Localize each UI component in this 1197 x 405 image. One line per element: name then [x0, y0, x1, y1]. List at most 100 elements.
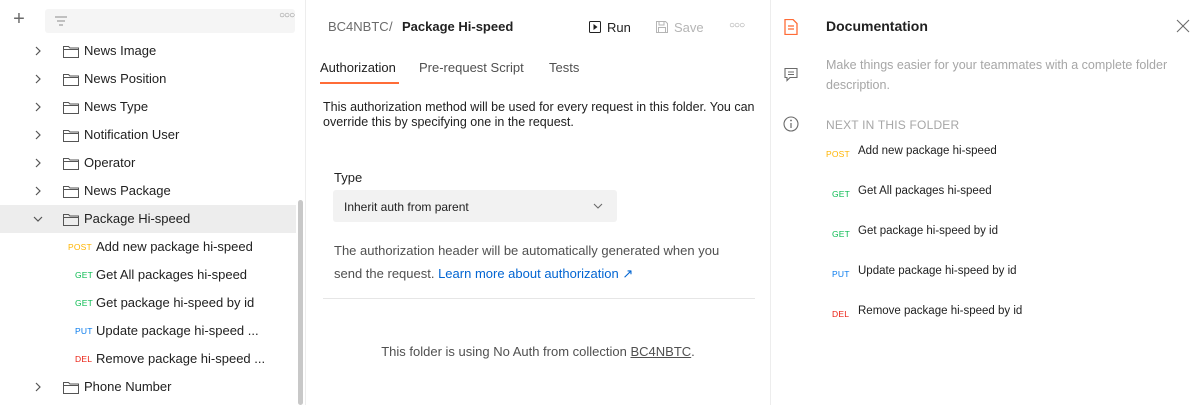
- more-horizontal-icon[interactable]: ○○○: [279, 10, 295, 21]
- auth-type-value: Inherit auth from parent: [344, 200, 469, 214]
- right-rail: [770, 0, 806, 405]
- learn-more-link[interactable]: Learn more about authorization ↗: [438, 266, 633, 281]
- auth-description: This authorization method will be used f…: [323, 100, 755, 129]
- auth-type-select[interactable]: Inherit auth from parent: [333, 190, 617, 222]
- run-button[interactable]: Run: [589, 14, 631, 40]
- active-tab-indicator: [320, 82, 399, 84]
- breadcrumb-separator: /: [389, 19, 393, 34]
- chevron-right-icon: [35, 382, 41, 392]
- sidebar-folder-notification-user[interactable]: Notification User: [0, 121, 296, 149]
- folder-icon: [63, 214, 79, 226]
- play-icon: [589, 21, 601, 33]
- folder-label: News Type: [84, 99, 149, 114]
- folder-icon: [63, 186, 79, 198]
- info-icon[interactable]: [783, 116, 799, 132]
- folder-icon: [63, 130, 79, 142]
- folder-editor: BC4NBTC / Package Hi-speed Run Save ○○○ …: [306, 0, 770, 405]
- sidebar-request-get-all[interactable]: GET Get All packages hi-speed: [0, 261, 296, 289]
- chevron-right-icon: [35, 158, 41, 168]
- noauth-period: .: [691, 344, 695, 359]
- collection-link[interactable]: BC4NBTC: [630, 344, 691, 359]
- request-label: Add new package hi-speed: [96, 239, 253, 254]
- request-label: Remove package hi-speed ...: [96, 351, 266, 366]
- auth-help-text: The authorization header will be automat…: [334, 239, 744, 285]
- request-label: Get All packages hi-speed: [96, 267, 248, 282]
- doc-request-label: Get package hi-speed by id: [858, 225, 999, 237]
- method-badge: DEL: [832, 309, 850, 319]
- save-label: Save: [674, 19, 704, 35]
- method-badge: POST: [826, 149, 850, 159]
- divider: [323, 298, 755, 299]
- auth-type-label: Type: [334, 170, 363, 185]
- tab-bar: Authorization Pre-request Script Tests: [306, 52, 770, 84]
- sidebar-folder-news-position[interactable]: News Position: [0, 65, 296, 93]
- filter-lines-icon: [55, 16, 67, 26]
- method-badge: PUT: [832, 269, 850, 279]
- documentation-panel: Documentation Make things easier for you…: [806, 0, 1197, 405]
- tab-pre-request-script[interactable]: Pre-request Script: [419, 60, 524, 75]
- filter-input[interactable]: [45, 9, 295, 33]
- documentation-icon[interactable]: [784, 19, 798, 35]
- method-badge: GET: [832, 229, 851, 239]
- sidebar-folder-news-image[interactable]: News Image: [0, 37, 296, 65]
- plus-icon[interactable]: +: [8, 9, 30, 31]
- sidebar-request-update[interactable]: PUT Update package hi-speed ...: [0, 317, 296, 345]
- documentation-title: Documentation: [826, 18, 928, 34]
- sidebar-folder-phone-number[interactable]: Phone Number: [0, 373, 296, 401]
- doc-request-label: Update package hi-speed by id: [858, 265, 1017, 277]
- folder-label: Package Hi-speed: [84, 211, 191, 226]
- folder-icon: [63, 46, 79, 58]
- next-in-folder-heading: NEXT IN THIS FOLDER: [826, 118, 960, 132]
- sidebar-folder-operator[interactable]: Operator: [0, 149, 296, 177]
- chevron-down-icon: [33, 216, 43, 222]
- run-label: Run: [607, 19, 631, 35]
- sidebar-request-add-new[interactable]: POST Add new package hi-speed: [0, 233, 296, 261]
- documentation-description[interactable]: Make things easier for your teammates wi…: [826, 55, 1186, 95]
- doc-request-label: Remove package hi-speed by id: [858, 305, 1023, 317]
- sidebar-folder-news-type[interactable]: News Type: [0, 93, 296, 121]
- chevron-right-icon: [35, 130, 41, 140]
- tab-authorization[interactable]: Authorization: [320, 60, 396, 75]
- method-badge: POST: [68, 242, 92, 252]
- request-label: Get package hi-speed by id: [96, 295, 255, 310]
- noauth-message: This folder is using No Auth from collec…: [306, 344, 770, 359]
- folder-icon: [63, 102, 79, 114]
- doc-request-label: Get All packages hi-speed: [858, 185, 992, 197]
- chevron-right-icon: [35, 102, 41, 112]
- folder-icon: [63, 74, 79, 86]
- folder-label: Phone Number: [84, 379, 172, 394]
- chevron-right-icon: [35, 46, 41, 56]
- comments-icon[interactable]: [784, 67, 798, 83]
- chevron-down-icon: [593, 203, 603, 209]
- sidebar-toolbar: + ○○○: [0, 0, 305, 40]
- more-horizontal-icon[interactable]: ○○○: [729, 20, 745, 31]
- method-badge: GET: [832, 189, 851, 199]
- folder-icon: [63, 158, 79, 170]
- sidebar-request-remove[interactable]: DEL Remove package hi-speed ...: [0, 345, 296, 373]
- folder-label: Operator: [84, 155, 136, 170]
- folder-label: News Image: [84, 43, 157, 58]
- save-icon: [656, 21, 668, 33]
- sidebar-request-get-by-id[interactable]: GET Get package hi-speed by id: [0, 289, 296, 317]
- chevron-right-icon: [35, 74, 41, 84]
- request-label: Update package hi-speed ...: [96, 323, 259, 338]
- method-badge: GET: [75, 270, 94, 280]
- tab-tests[interactable]: Tests: [549, 60, 579, 75]
- folder-label: News Package: [84, 183, 171, 198]
- close-icon[interactable]: [1176, 19, 1190, 33]
- editor-header: BC4NBTC / Package Hi-speed Run Save ○○○: [306, 0, 770, 52]
- sidebar-scrollbar[interactable]: [298, 200, 303, 405]
- save-button[interactable]: Save: [656, 14, 704, 40]
- sidebar: + ○○○ News Image News Position News Type…: [0, 0, 306, 405]
- sidebar-folder-news-package[interactable]: News Package: [0, 177, 296, 205]
- folder-label: News Position: [84, 71, 167, 86]
- page-title: Package Hi-speed: [402, 19, 514, 34]
- breadcrumb-collection[interactable]: BC4NBTC: [328, 19, 389, 34]
- method-badge: GET: [75, 298, 94, 308]
- method-badge: DEL: [75, 354, 93, 364]
- chevron-right-icon: [35, 186, 41, 196]
- doc-request-label: Add new package hi-speed: [858, 145, 997, 157]
- folder-label: Notification User: [84, 127, 180, 142]
- method-badge: PUT: [75, 326, 93, 336]
- sidebar-folder-package-hi-speed[interactable]: Package Hi-speed: [0, 205, 296, 233]
